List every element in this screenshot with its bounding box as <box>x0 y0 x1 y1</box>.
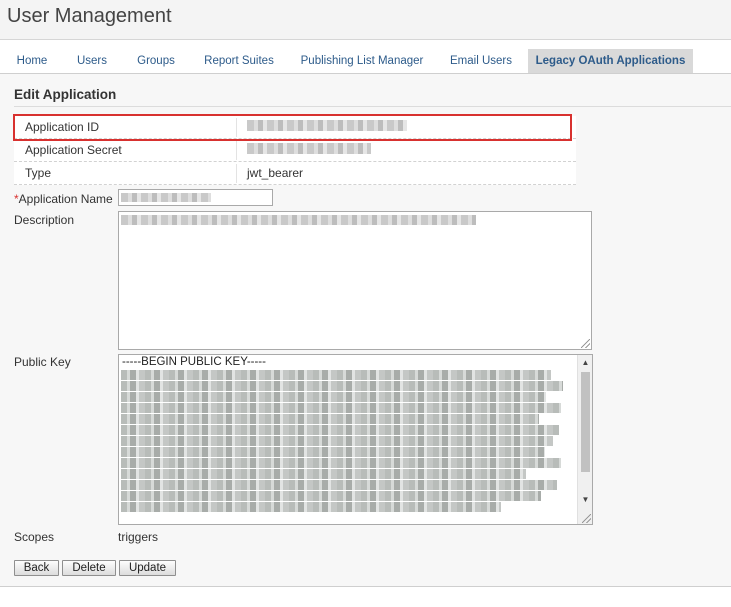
resize-grip-icon[interactable] <box>582 514 591 523</box>
back-button[interactable]: Back <box>14 560 59 576</box>
delete-button[interactable]: Delete <box>62 560 116 576</box>
redacted-text <box>121 193 211 202</box>
key-line <box>121 502 501 512</box>
update-button[interactable]: Update <box>119 560 176 576</box>
scroll-up-arrow-icon[interactable]: ▲ <box>578 355 592 370</box>
page-title: User Management <box>7 5 172 27</box>
cell-divider <box>236 164 237 183</box>
type-label: Type <box>25 166 52 180</box>
type-value: jwt_bearer <box>247 166 304 180</box>
key-line <box>121 414 539 424</box>
key-line <box>121 480 557 490</box>
edit-application-panel: Edit Application Application ID Applicat… <box>0 73 731 587</box>
application-secret-value <box>247 143 371 157</box>
scopes-value: triggers <box>118 530 159 544</box>
tab-legacy-oauth-applications[interactable]: Legacy OAuth Applications <box>528 49 693 73</box>
description-label: Description <box>14 213 75 227</box>
key-line <box>121 469 526 479</box>
info-row-application-secret: Application Secret <box>14 139 576 162</box>
key-line <box>121 436 553 446</box>
application-secret-label: Application Secret <box>25 143 122 157</box>
public-key-header: -----BEGIN PUBLIC KEY----- <box>122 356 266 368</box>
resize-grip-icon[interactable] <box>581 339 590 348</box>
key-line <box>121 447 545 457</box>
section-divider <box>14 106 731 107</box>
scroll-thumb[interactable] <box>581 372 590 472</box>
tab-bar: Home Users Groups Report Suites Publishi… <box>0 49 731 73</box>
public-key-textarea[interactable]: -----BEGIN PUBLIC KEY----- ▲ ▼ <box>118 354 593 525</box>
tab-users[interactable]: Users <box>69 49 115 73</box>
redacted-text <box>121 215 476 225</box>
highlight-annotation <box>13 114 572 141</box>
key-line <box>121 491 541 501</box>
cell-divider <box>236 141 237 160</box>
key-line <box>121 458 561 468</box>
application-name-label-text: Application Name <box>18 192 113 206</box>
tab-report-suites[interactable]: Report Suites <box>196 49 282 73</box>
scopes-label: Scopes <box>14 530 55 544</box>
description-textarea[interactable] <box>118 211 592 350</box>
tab-groups[interactable]: Groups <box>127 49 185 73</box>
key-line <box>121 403 561 413</box>
redacted-key-content <box>121 370 576 513</box>
public-key-label: Public Key <box>14 355 71 369</box>
tab-email-users[interactable]: Email Users <box>442 49 520 73</box>
redacted-text <box>247 143 371 154</box>
scroll-down-arrow-icon[interactable]: ▼ <box>578 492 592 507</box>
vertical-scrollbar[interactable]: ▲ ▼ <box>577 355 592 524</box>
key-line <box>121 370 551 380</box>
tab-publishing-list-manager[interactable]: Publishing List Manager <box>293 49 431 73</box>
key-line <box>121 392 546 402</box>
key-line <box>121 381 563 391</box>
section-title: Edit Application <box>14 87 117 102</box>
application-name-label: *Application Name <box>14 192 113 206</box>
tab-home[interactable]: Home <box>8 49 56 73</box>
key-line <box>121 425 559 435</box>
application-name-input[interactable] <box>118 189 273 206</box>
app-header: User Management <box>0 0 731 40</box>
info-row-type: Type jwt_bearer <box>14 162 576 185</box>
